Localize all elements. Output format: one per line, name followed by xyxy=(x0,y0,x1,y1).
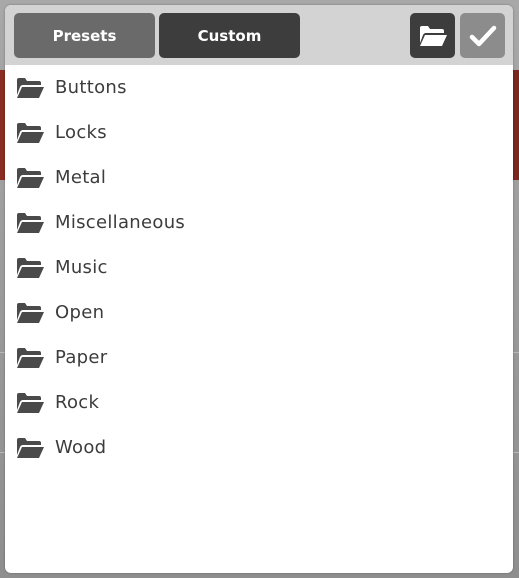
folder-label: Miscellaneous xyxy=(55,212,186,233)
folder-item-rock[interactable]: Rock xyxy=(5,380,513,425)
folder-label: Rock xyxy=(55,392,100,413)
folder-label: Locks xyxy=(55,122,107,143)
checkmark-icon xyxy=(469,25,496,46)
folder-label: Metal xyxy=(55,167,107,188)
folder-label: Open xyxy=(55,302,105,323)
folder-item-locks[interactable]: Locks xyxy=(5,110,513,155)
folder-open-icon xyxy=(15,392,45,414)
folder-open-icon xyxy=(15,212,45,234)
sound-picker-panel: Presets Custom Buttons Locks Metal Misce… xyxy=(5,5,513,573)
folder-open-icon xyxy=(15,437,45,459)
folder-item-wood[interactable]: Wood xyxy=(5,425,513,470)
folder-open-icon xyxy=(15,257,45,279)
folder-item-metal[interactable]: Metal xyxy=(5,155,513,200)
tab-custom[interactable]: Custom xyxy=(159,13,300,58)
folder-label: Buttons xyxy=(55,77,127,98)
folder-open-icon xyxy=(15,77,45,99)
folder-label: Wood xyxy=(55,437,107,458)
folder-open-icon xyxy=(15,122,45,144)
tab-presets[interactable]: Presets xyxy=(14,13,155,58)
folder-item-open[interactable]: Open xyxy=(5,290,513,335)
folder-open-icon xyxy=(15,167,45,189)
toolbar: Presets Custom xyxy=(5,5,513,65)
folder-label: Music xyxy=(55,257,108,278)
folder-open-icon xyxy=(419,25,447,46)
folder-label: Paper xyxy=(55,347,108,368)
open-folder-button[interactable] xyxy=(410,13,455,58)
folder-item-paper[interactable]: Paper xyxy=(5,335,513,380)
folder-item-music[interactable]: Music xyxy=(5,245,513,290)
folder-item-buttons[interactable]: Buttons xyxy=(5,65,513,110)
confirm-button[interactable] xyxy=(460,13,505,58)
folder-list: Buttons Locks Metal Miscellaneous Music xyxy=(5,65,513,470)
folder-open-icon xyxy=(15,302,45,324)
folder-item-miscellaneous[interactable]: Miscellaneous xyxy=(5,200,513,245)
folder-open-icon xyxy=(15,347,45,369)
